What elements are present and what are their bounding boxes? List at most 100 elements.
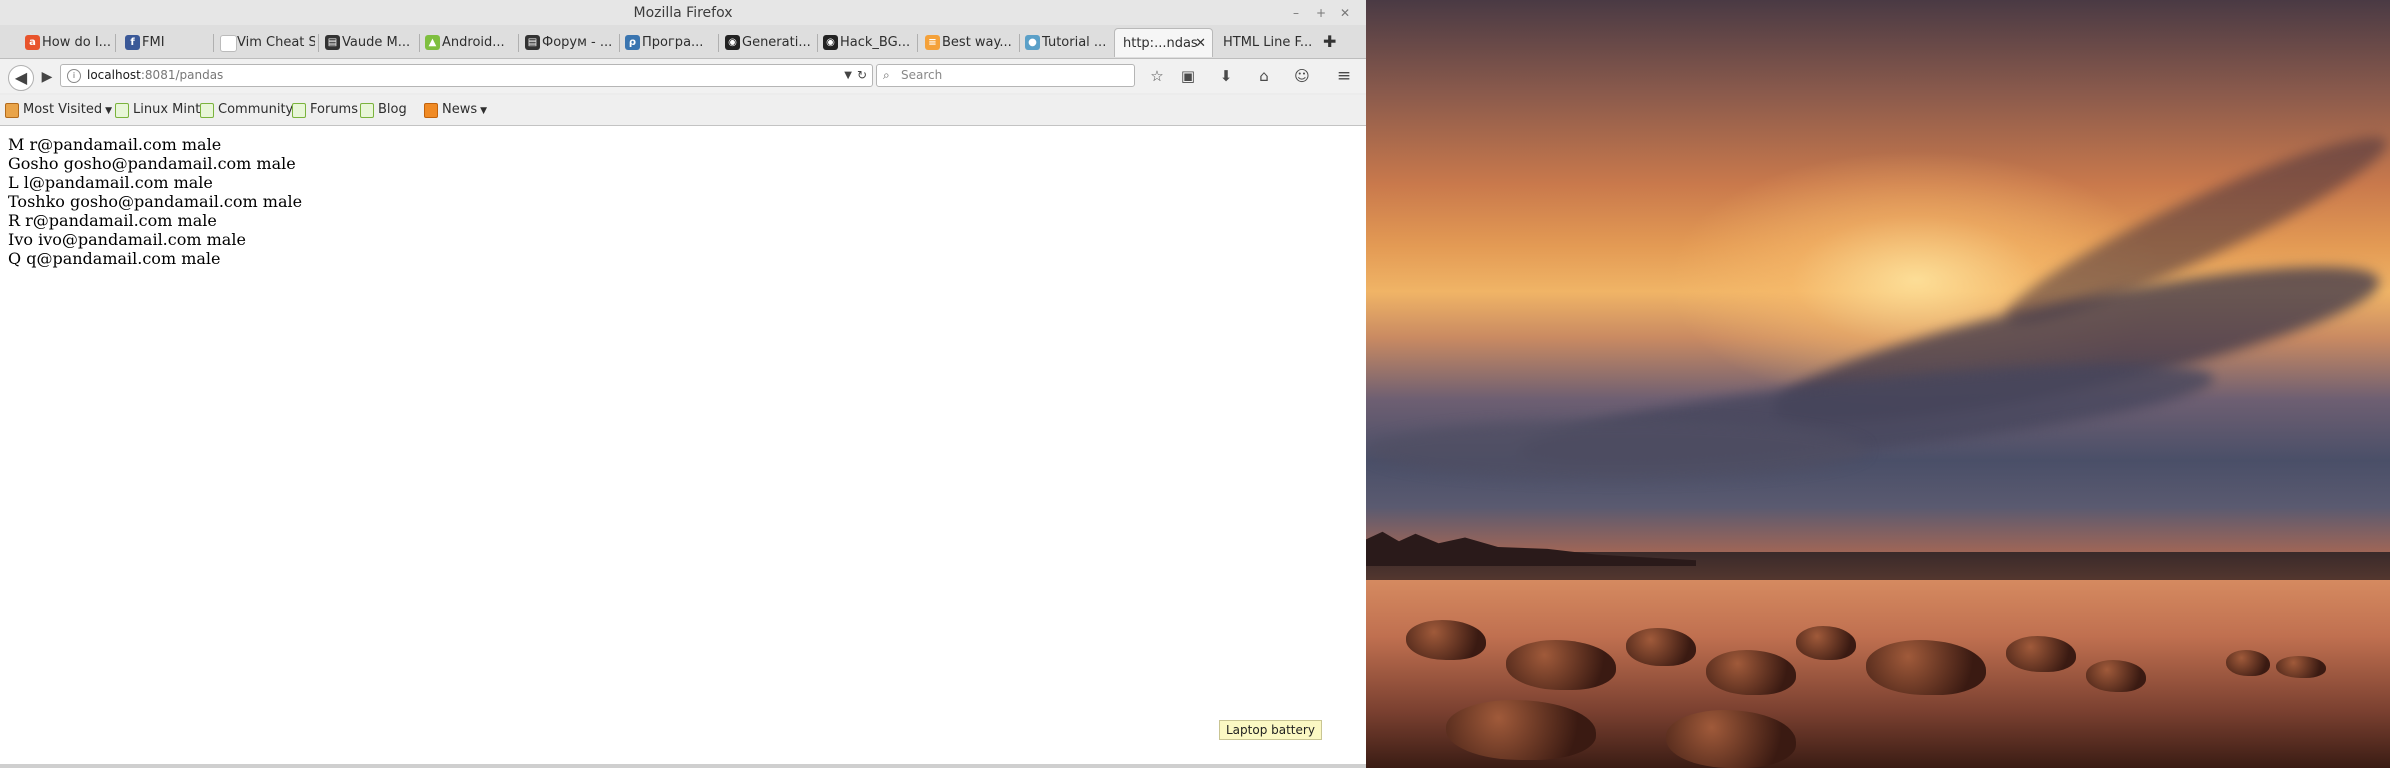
android-icon: ▲: [425, 35, 440, 50]
tab-label: How do I...: [42, 35, 112, 50]
github-icon: ◉: [725, 35, 740, 50]
tab-label: Android...: [442, 35, 505, 50]
tab-label: Best way...: [942, 35, 1012, 50]
tutorial-icon: ●: [1025, 35, 1040, 50]
rock: [1406, 620, 1486, 660]
github-icon: ◉: [823, 35, 838, 50]
menu-icon[interactable]: ≡: [1334, 66, 1354, 86]
reading-list-icon[interactable]: ▣: [1178, 66, 1198, 86]
window-title: Mozilla Firefox: [633, 5, 733, 21]
url-path: :8081/pandas: [140, 68, 224, 82]
rock: [1796, 626, 1856, 660]
stack-icon: ≡: [925, 35, 940, 50]
close-tab-icon[interactable]: ✕: [1195, 29, 1206, 57]
ask-icon: a: [25, 35, 40, 50]
bookmark-item[interactable]: Blog: [360, 101, 407, 119]
dropdown-caret-icon: ▼: [480, 106, 488, 116]
dropdown-caret-icon: ▼: [105, 106, 113, 116]
tab[interactable]: ≡ Best way...: [920, 28, 1016, 57]
tab-label: Generati...: [742, 35, 811, 50]
tab[interactable]: HTML Line F...: [1215, 28, 1315, 57]
pandas-list: M r@pandamail.com male Gosho gosho@pandam…: [8, 135, 302, 268]
bookmark-label: Community: [218, 102, 294, 117]
url-history-dropdown-icon[interactable]: ▼: [844, 65, 852, 86]
tab-label: Програ...: [642, 35, 704, 50]
tab-separator: [318, 34, 319, 52]
tab-separator: [115, 34, 116, 52]
bookmark-label: Forums: [310, 102, 358, 117]
desktop-wallpaper: [1366, 0, 2390, 768]
page-icon: [360, 103, 374, 118]
bookmark-label: Blog: [378, 102, 407, 117]
tab[interactable]: ρ Програ...: [620, 28, 715, 57]
tab-separator: [917, 34, 918, 52]
bookmark-label: News: [442, 102, 478, 117]
tab-strip: aHow do I...fFMIVim Cheat S...▤Vaude M..…: [0, 25, 1366, 59]
minimize-icon[interactable]: –: [1289, 6, 1303, 20]
chat-icon[interactable]: ☺: [1292, 66, 1312, 86]
site-info-icon[interactable]: i: [67, 69, 81, 83]
bookmark-item[interactable]: Forums: [292, 101, 358, 119]
panda-entry: Q q@pandamail.com male: [8, 249, 221, 268]
tab[interactable]: a How do I...: [20, 28, 112, 57]
tab-label: Vim Cheat S...: [237, 35, 315, 50]
tab[interactable]: ◉ Generati...: [720, 28, 814, 57]
back-icon[interactable]: ◀: [8, 65, 34, 91]
search-input[interactable]: ⌕ Search: [876, 64, 1135, 87]
forward-icon[interactable]: ▶: [37, 67, 57, 87]
panda-entry: Toshko gosho@pandamail.com male: [8, 192, 303, 211]
tab-label: Tutorial ...: [1042, 35, 1107, 50]
tab[interactable]: http:...ndas ✕: [1114, 28, 1213, 57]
python-icon: ρ: [625, 35, 640, 50]
tab[interactable]: ▤ Vaude M...: [320, 28, 416, 57]
page-content: M r@pandamail.com male Gosho gosho@pandam…: [0, 126, 1366, 768]
home-icon[interactable]: ⌂: [1254, 66, 1274, 86]
panda-entry: R r@pandamail.com male: [8, 211, 217, 230]
page-icon: [292, 103, 306, 118]
new-tab-icon[interactable]: ✚: [1323, 32, 1336, 51]
search-placeholder: Search: [901, 68, 943, 82]
cloud: [1366, 420, 1866, 480]
rock: [1626, 628, 1696, 666]
rock: [2226, 650, 2270, 676]
tab[interactable]: Vim Cheat S...: [215, 28, 315, 57]
tab[interactable]: ▲ Android...: [420, 28, 515, 57]
window-bottom-edge: [0, 764, 1366, 768]
rock: [2276, 656, 2326, 678]
rock: [2006, 636, 2076, 672]
tab[interactable]: ◉ Hack_BG...: [818, 28, 914, 57]
tab-label: HTML Line F...: [1223, 35, 1313, 50]
bookmark-item[interactable]: Community: [200, 101, 293, 119]
tab[interactable]: f FMI: [120, 28, 210, 57]
tab[interactable]: ▤ Форум - ...: [520, 28, 616, 57]
maximize-icon[interactable]: +: [1314, 6, 1328, 20]
tab-label: Vaude M...: [342, 35, 411, 50]
tab-separator: [718, 34, 719, 52]
tab-label: http:...ndas: [1123, 36, 1198, 51]
bookmark-item[interactable]: News ▼: [424, 101, 487, 120]
url-host: localhost: [87, 68, 141, 82]
tab-label: FMI: [142, 35, 165, 50]
reload-icon[interactable]: ↻: [857, 65, 867, 86]
panda-entry: Ivo ivo@pandamail.com male: [8, 230, 246, 249]
rock: [2086, 660, 2146, 692]
tab[interactable]: ● Tutorial ...: [1020, 28, 1110, 57]
clapper-icon: ▤: [325, 35, 340, 50]
browser-window: Mozilla Firefox – + ✕ a How do I... f FMI Vi…: [0, 0, 1366, 768]
tab-label: Hack_BG...: [840, 35, 911, 50]
bookmark-star-icon[interactable]: ☆: [1147, 66, 1167, 86]
clapper-icon: ▤: [525, 35, 540, 50]
tree-line: [1366, 531, 1696, 566]
panda-entry: M r@pandamail.com male: [8, 135, 222, 154]
close-window-icon[interactable]: ✕: [1338, 6, 1352, 20]
tab-separator: [213, 34, 214, 52]
folder-icon: [5, 103, 19, 118]
downloads-icon[interactable]: ⬇: [1216, 66, 1236, 86]
panda-entry: L l@pandamail.com male: [8, 173, 213, 192]
rss-icon: [424, 103, 438, 118]
bookmark-label: Most Visited: [23, 102, 103, 117]
bookmark-item[interactable]: Most Visited ▼: [5, 101, 112, 120]
bookmark-item[interactable]: Linux Mint: [115, 101, 200, 119]
url-bar[interactable]: i localhost:8081/pandas ▼ ↻: [60, 64, 873, 87]
title-bar: Mozilla Firefox – + ✕: [0, 0, 1366, 28]
